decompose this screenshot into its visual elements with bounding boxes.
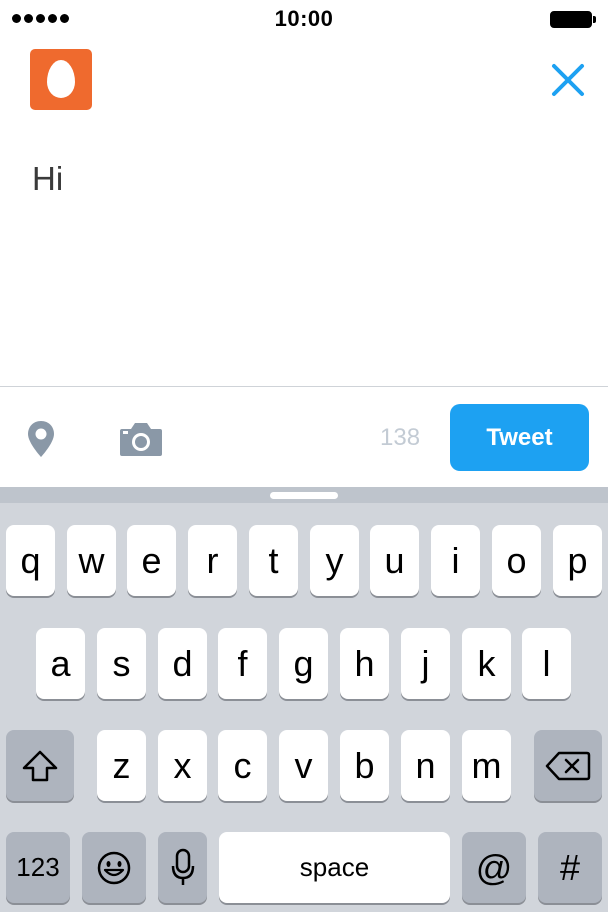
microphone-icon [171, 848, 194, 885]
emoji-icon [97, 851, 131, 884]
status-time: 10:00 [274, 6, 334, 31]
close-button[interactable] [548, 60, 588, 100]
keyboard-top-bar [0, 487, 608, 503]
shift-icon [22, 750, 58, 781]
key-r[interactable]: r [188, 525, 237, 596]
numbers-key[interactable]: 123 [6, 832, 70, 903]
key-e[interactable]: e [127, 525, 176, 596]
key-g[interactable]: g [279, 628, 328, 699]
key-n[interactable]: n [401, 730, 450, 801]
key-h[interactable]: h [340, 628, 389, 699]
shift-key[interactable] [6, 730, 74, 801]
backspace-icon [545, 751, 591, 780]
key-a[interactable]: a [36, 628, 85, 699]
key-v[interactable]: v [279, 730, 328, 801]
compose-toolbar: 138 Tweet [0, 386, 608, 488]
avatar [30, 49, 92, 110]
location-button[interactable] [26, 419, 56, 459]
key-y[interactable]: y [310, 525, 359, 596]
key-x[interactable]: x [158, 730, 207, 801]
key-j[interactable]: j [401, 628, 450, 699]
key-d[interactable]: d [158, 628, 207, 699]
key-b[interactable]: b [340, 730, 389, 801]
keyboard-drag-handle[interactable] [270, 492, 338, 499]
key-l[interactable]: l [522, 628, 571, 699]
key-c[interactable]: c [218, 730, 267, 801]
keyboard: q w e r t y u i o p a s d f g h j k l z … [0, 487, 608, 912]
character-count: 138 [380, 424, 421, 451]
key-t[interactable]: t [249, 525, 298, 596]
key-o[interactable]: o [492, 525, 541, 596]
space-key[interactable]: space [219, 832, 450, 903]
egg-icon [47, 60, 75, 98]
dictation-key[interactable] [158, 832, 207, 903]
key-m[interactable]: m [462, 730, 511, 801]
key-p[interactable]: p [553, 525, 602, 596]
key-u[interactable]: u [370, 525, 419, 596]
key-i[interactable]: i [431, 525, 480, 596]
key-w[interactable]: w [67, 525, 116, 596]
compose-text-area[interactable]: Hi [32, 160, 63, 198]
camera-button[interactable] [118, 421, 164, 457]
hash-key[interactable]: # [538, 832, 602, 903]
key-f[interactable]: f [218, 628, 267, 699]
status-bar: 10:00 [0, 0, 608, 40]
at-key[interactable]: @ [462, 832, 526, 903]
key-q[interactable]: q [6, 525, 55, 596]
delete-key[interactable] [534, 730, 602, 801]
key-s[interactable]: s [97, 628, 146, 699]
battery-icon [550, 11, 596, 28]
key-z[interactable]: z [97, 730, 146, 801]
location-pin-icon [28, 421, 54, 457]
camera-icon [120, 423, 162, 456]
close-icon [552, 64, 584, 96]
tweet-button[interactable]: Tweet [450, 404, 589, 471]
emoji-key[interactable] [82, 832, 146, 903]
key-k[interactable]: k [462, 628, 511, 699]
